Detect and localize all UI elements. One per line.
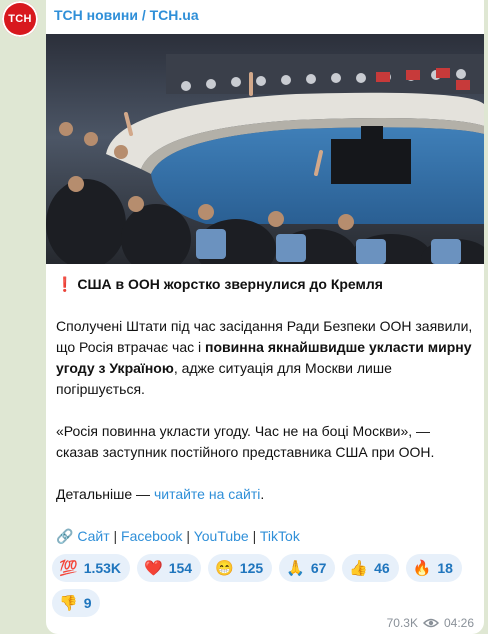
avatar-logo-text: ТСН xyxy=(8,13,32,25)
headline-text: США в ООН жорстко звернулися до Кремля xyxy=(77,276,383,292)
link-separator: | xyxy=(113,528,118,544)
details-suffix: . xyxy=(260,486,265,502)
link-tiktok[interactable]: TikTok xyxy=(260,528,300,544)
details-prefix: Детальніше — xyxy=(56,486,154,502)
hundred-points-icon: 💯 xyxy=(59,559,78,577)
post-photo[interactable] xyxy=(46,34,484,264)
link-chain-icon: 🔗 xyxy=(56,528,74,544)
reaction-count: 154 xyxy=(168,560,193,576)
paragraph-3: Детальніше — читайте на сайті. xyxy=(56,484,476,505)
post-text: ❗ США в ООН жорстко звернулися до Кремля… xyxy=(56,274,476,505)
reaction-count: 125 xyxy=(239,560,264,576)
social-links: 🔗 Сайт | Facebook | YouTube | TikTok xyxy=(56,526,300,546)
link-facebook[interactable]: Facebook xyxy=(121,528,182,544)
reaction-heart[interactable]: ❤️ 154 xyxy=(137,554,202,582)
fire-icon: 🔥 xyxy=(412,559,432,577)
post-headline: ❗ США в ООН жорстко звернулися до Кремля xyxy=(56,274,476,295)
paragraph-1: Сполучені Штати під час засідання Ради Б… xyxy=(56,316,476,400)
reaction-count: 1.53K xyxy=(83,560,122,576)
reaction-100[interactable]: 💯 1.53K xyxy=(52,554,131,582)
link-separator: | xyxy=(186,528,191,544)
message-meta: 70.3K 04:26 xyxy=(387,616,474,630)
grinning-face-icon: 😁 xyxy=(215,559,234,577)
link-youtube[interactable]: YouTube xyxy=(194,528,249,544)
reaction-count: 46 xyxy=(374,560,390,576)
reaction-count: 67 xyxy=(310,560,327,576)
link-separator: | xyxy=(252,528,257,544)
reaction-fire[interactable]: 🔥 18 xyxy=(405,554,462,582)
reaction-grin[interactable]: 😁 125 xyxy=(208,554,273,582)
heart-icon: ❤️ xyxy=(144,559,163,577)
message-bubble: ТСН новини / TCH.ua ❗ США в ООН жорстко … xyxy=(46,0,484,634)
eye-icon xyxy=(422,618,439,628)
message-time: 04:26 xyxy=(443,616,474,630)
folded-hands-icon: 🙏 xyxy=(286,559,305,577)
reaction-thumbs-down[interactable]: 👎 9 xyxy=(52,589,101,617)
reaction-pray[interactable]: 🙏 67 xyxy=(279,554,336,582)
paragraph-2: «Росія повинна укласти угоду. Час не на … xyxy=(56,423,435,460)
link-site[interactable]: Сайт xyxy=(77,528,109,544)
reactions-bar: 💯 1.53K ❤️ 154 😁 125 🙏 67 👍 46 🔥 18 👎 9 xyxy=(52,554,472,617)
thumbs-up-icon: 👍 xyxy=(349,559,369,577)
reaction-count: 9 xyxy=(83,595,92,611)
reaction-thumbs-up[interactable]: 👍 46 xyxy=(342,554,399,582)
channel-name[interactable]: ТСН новини / TCH.ua xyxy=(54,7,199,23)
thumbs-down-icon: 👎 xyxy=(59,594,78,612)
channel-avatar[interactable]: ТСН xyxy=(2,1,38,37)
exclamation-icon: ❗ xyxy=(56,276,74,292)
un-security-council-photo xyxy=(46,34,484,264)
read-on-site-link[interactable]: читайте на сайті xyxy=(154,486,260,502)
view-count: 70.3K xyxy=(386,616,418,630)
reaction-count: 18 xyxy=(437,560,453,576)
